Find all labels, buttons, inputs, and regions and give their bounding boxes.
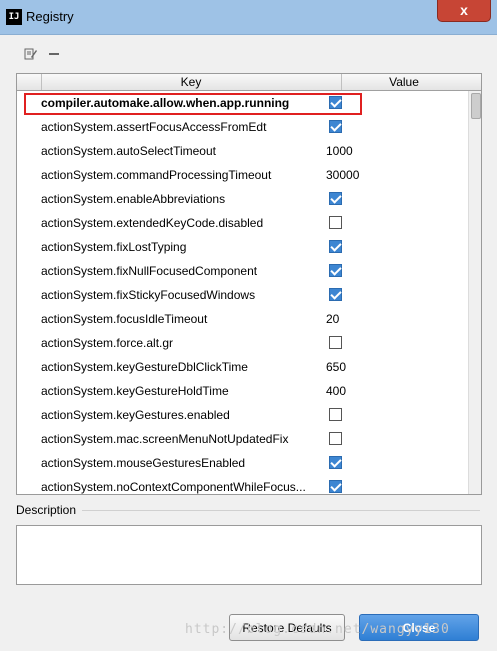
- row-value-checkbox[interactable]: [329, 192, 342, 205]
- edit-icon[interactable]: [24, 47, 38, 64]
- row-value-checkbox[interactable]: [329, 408, 342, 421]
- row-value-checkbox[interactable]: [329, 120, 342, 133]
- table-row[interactable]: actionSystem.enableAbbreviations: [17, 187, 467, 211]
- table-row[interactable]: actionSystem.fixLostTyping: [17, 235, 467, 259]
- row-value-checkbox[interactable]: [329, 432, 342, 445]
- table-header: Key Value: [17, 74, 481, 91]
- row-key: actionSystem.assertFocusAccessFromEdt: [41, 120, 267, 134]
- scrollbar-thumb[interactable]: [471, 93, 481, 119]
- row-value[interactable]: 1000: [326, 139, 353, 163]
- row-value-checkbox[interactable]: [329, 216, 342, 229]
- row-value-checkbox[interactable]: [329, 480, 342, 493]
- table-row[interactable]: actionSystem.focusIdleTimeout 20: [17, 307, 467, 331]
- vertical-scrollbar[interactable]: [468, 91, 481, 494]
- table-row[interactable]: actionSystem.mouseGesturesEnabled: [17, 451, 467, 475]
- row-key: actionSystem.fixNullFocusedComponent: [41, 264, 258, 278]
- description-field[interactable]: [16, 525, 482, 585]
- row-key: actionSystem.extendedKeyCode.disabled: [41, 216, 264, 230]
- row-key: actionSystem.fixLostTyping: [41, 240, 187, 254]
- row-key: actionSystem.focusIdleTimeout: [41, 312, 208, 326]
- registry-table: Key Value compiler.automake.allow.when.a…: [16, 73, 482, 495]
- table-row[interactable]: actionSystem.mac.screenMenuNotUpdatedFix: [17, 427, 467, 451]
- table-row[interactable]: actionSystem.keyGestureHoldTime 400: [17, 379, 467, 403]
- window-close-button[interactable]: x: [437, 0, 491, 22]
- table-row[interactable]: actionSystem.keyGestureDblClickTime 650: [17, 355, 467, 379]
- table-row[interactable]: actionSystem.fixStickyFocusedWindows: [17, 283, 467, 307]
- description-label: Description: [16, 503, 77, 517]
- table-row[interactable]: actionSystem.force.alt.gr: [17, 331, 467, 355]
- title-bar: IJ Registry x: [0, 0, 497, 35]
- row-key: actionSystem.enableAbbreviations: [41, 192, 226, 206]
- table-row[interactable]: actionSystem.noContextComponentWhileFocu…: [17, 475, 467, 494]
- row-value[interactable]: 20: [326, 307, 339, 331]
- highlight-box: [24, 93, 362, 115]
- row-key: actionSystem.keyGestureHoldTime: [41, 384, 229, 398]
- row-key: actionSystem.keyGestures.enabled: [41, 408, 230, 422]
- row-key: actionSystem.fixStickyFocusedWindows: [41, 288, 256, 302]
- header-value[interactable]: Value: [342, 74, 466, 90]
- table-row[interactable]: actionSystem.assertFocusAccessFromEdt: [17, 115, 467, 139]
- table-row[interactable]: actionSystem.extendedKeyCode.disabled: [17, 211, 467, 235]
- row-value-checkbox[interactable]: [329, 456, 342, 469]
- row-value[interactable]: 30000: [326, 163, 359, 187]
- intellij-app-icon: IJ: [6, 9, 22, 25]
- table-row[interactable]: actionSystem.commandProcessingTimeout 300…: [17, 163, 467, 187]
- row-key: actionSystem.noContextComponentWhileFocu…: [41, 480, 306, 494]
- row-key: actionSystem.force.alt.gr: [41, 336, 174, 350]
- row-value-checkbox[interactable]: [329, 264, 342, 277]
- table-row[interactable]: actionSystem.autoSelectTimeout 1000: [17, 139, 467, 163]
- row-value[interactable]: 400: [326, 379, 346, 403]
- row-value-checkbox[interactable]: [329, 336, 342, 349]
- window-title: Registry: [26, 9, 74, 24]
- header-corner: [17, 74, 42, 90]
- row-key: actionSystem.autoSelectTimeout: [41, 144, 216, 158]
- row-value-checkbox[interactable]: [329, 240, 342, 253]
- row-key: actionSystem.keyGestureDblClickTime: [41, 360, 248, 374]
- minus-icon[interactable]: [48, 47, 60, 64]
- description-divider: [82, 510, 480, 511]
- watermark: http://blog.csdn.net/wangyy130: [185, 622, 450, 637]
- table-row[interactable]: actionSystem.keyGestures.enabled: [17, 403, 467, 427]
- row-value[interactable]: 650: [326, 355, 346, 379]
- row-key: actionSystem.mac.screenMenuNotUpdatedFix: [41, 432, 289, 446]
- row-value-checkbox[interactable]: [329, 288, 342, 301]
- row-key: actionSystem.commandProcessingTimeout: [41, 168, 272, 182]
- table-row[interactable]: actionSystem.fixNullFocusedComponent: [17, 259, 467, 283]
- header-key[interactable]: Key: [41, 74, 342, 90]
- row-key: actionSystem.mouseGesturesEnabled: [41, 456, 246, 470]
- table-rows: compiler.automake.allow.when.app.running…: [17, 91, 467, 494]
